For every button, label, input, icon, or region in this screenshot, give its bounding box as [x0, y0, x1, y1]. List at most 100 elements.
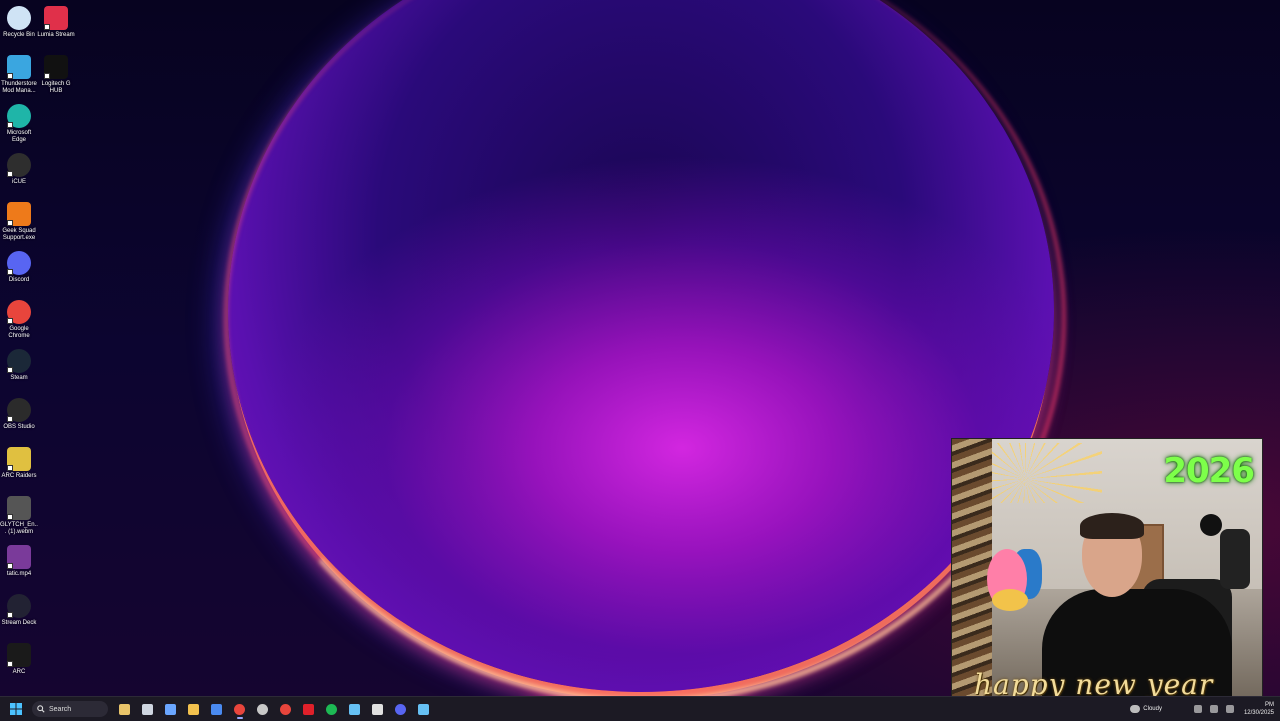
store-icon: [211, 703, 222, 715]
desktop-icon[interactable]: GLYTCH_En... (1).webm: [0, 492, 38, 536]
arc-raiders-icon: [7, 447, 31, 471]
fireworks-graphic: [992, 443, 1102, 503]
desktop-icon-label: Stream Deck: [1, 620, 37, 626]
obs-icon: [257, 703, 268, 715]
shortcut-arrow-icon: [7, 367, 13, 373]
stream-deck-icon: [7, 594, 31, 618]
desktop-icon[interactable]: Google Chrome: [0, 296, 38, 340]
clock[interactable]: PM 12/30/2025: [1244, 701, 1274, 717]
desktop-icon[interactable]: Discord: [0, 247, 38, 284]
taskbar-app-button[interactable]: [184, 699, 204, 719]
desktop-icon-label: ARC: [12, 669, 26, 675]
taskbar-app-button[interactable]: [161, 699, 181, 719]
shortcut-arrow-icon: [7, 122, 13, 128]
desktop-icon[interactable]: OBS Studio: [0, 394, 38, 431]
webcam-overlay: 2026 happy new year: [951, 438, 1263, 710]
chrome-profile-icon: [280, 703, 291, 715]
chrome-icon: [234, 703, 245, 715]
desktop-icon-label: Discord: [8, 277, 30, 283]
taskbar-app-button[interactable]: [322, 699, 342, 719]
taskbar-apps: [113, 699, 435, 719]
clock-date: 12/30/2025: [1243, 710, 1274, 716]
recycle-bin-icon: [7, 6, 31, 30]
chevron-up-icon[interactable]: [1193, 705, 1202, 713]
plush-toy-yellow: [992, 589, 1028, 611]
desktop-icon[interactable]: Geek Squad Support.exe: [0, 198, 38, 242]
taskbar-app-button[interactable]: [391, 699, 411, 719]
taskbar-app-button[interactable]: [253, 699, 273, 719]
microphone: [1200, 514, 1222, 536]
chrome-icon: [7, 300, 31, 324]
taskbar-app-button[interactable]: [138, 699, 158, 719]
taskbar-app-button[interactable]: [276, 699, 296, 719]
taskbar-app-button[interactable]: [345, 699, 365, 719]
obs-icon: [7, 398, 31, 422]
video-file-icon: [7, 496, 31, 520]
desktop-icon[interactable]: Steam: [0, 345, 38, 382]
taskbar: Search Cloudy PM 12/30/2025: [0, 696, 1280, 721]
desktop-icon-label: Thunderstore Mod Mana...: [1, 81, 37, 94]
desktop-icon[interactable]: tatic.mp4: [0, 541, 38, 578]
weather-widget[interactable]: Cloudy: [1130, 705, 1162, 713]
year-overlay-text: 2026: [1163, 451, 1255, 491]
arc-icon: [7, 643, 31, 667]
system-tray: Cloudy PM 12/30/2025: [1130, 697, 1274, 721]
desktop-icon[interactable]: Microsoft Edge: [0, 100, 38, 144]
network-icon[interactable]: [1209, 705, 1218, 713]
clock-time: PM: [1265, 702, 1274, 708]
start-button[interactable]: [6, 699, 26, 719]
icue-icon: [7, 153, 31, 177]
steam-icon: [349, 703, 360, 715]
shortcut-arrow-icon: [7, 612, 13, 618]
shortcut-arrow-icon: [7, 514, 13, 520]
taskbar-app-button[interactable]: [207, 699, 227, 719]
file-explorer-icon: [188, 703, 199, 715]
desktop-icon[interactable]: Thunderstore Mod Mana...: [0, 51, 38, 95]
desktop-icon[interactable]: Lumia Stream: [37, 2, 75, 39]
shortcut-arrow-icon: [7, 269, 13, 275]
desktop-icon[interactable]: Logitech G HUB: [37, 51, 75, 95]
adobe-icon: [303, 703, 314, 715]
taskbar-app-button[interactable]: [230, 699, 250, 719]
desktop-icon-label: Geek Squad Support.exe: [2, 228, 36, 241]
desktop-icon-label: iCUE: [11, 179, 26, 185]
desktop-icon[interactable]: Stream Deck: [0, 590, 38, 627]
desktop-icon-label: Recycle Bin: [3, 32, 35, 38]
search-icon: [37, 705, 45, 713]
task-view-icon: [142, 703, 153, 715]
desktop-icon-label: OBS Studio: [3, 424, 35, 430]
taskbar-search[interactable]: Search: [32, 701, 108, 717]
edge-icon: [7, 104, 31, 128]
desktop-icon-label: Lumia Stream: [37, 32, 75, 38]
discord-icon: [395, 703, 406, 715]
desktop-icon[interactable]: iCUE: [0, 149, 38, 186]
windows-logo-icon: [10, 703, 22, 715]
cloud-icon: [1130, 705, 1141, 713]
desktop-icon[interactable]: Recycle Bin: [0, 2, 38, 39]
taskbar-app-button[interactable]: [414, 699, 434, 719]
taskbar-app-button[interactable]: [299, 699, 319, 719]
desktop-icon-label: GLYTCH_En... (1).webm: [0, 522, 38, 535]
desktop-icon[interactable]: ARC: [0, 639, 38, 676]
shortcut-arrow-icon: [44, 73, 50, 79]
desktop-icon[interactable]: ARC Raiders: [0, 443, 38, 480]
weather-label: Cloudy: [1143, 706, 1162, 712]
steam-icon: [7, 349, 31, 373]
lumia-stream-icon: [44, 6, 68, 30]
shortcut-arrow-icon: [44, 24, 50, 30]
desktop-icon-label: Microsoft Edge: [6, 130, 32, 143]
taskbar-app-button[interactable]: [115, 699, 135, 719]
taskbar-app-button[interactable]: [368, 699, 388, 719]
shortcut-arrow-icon: [7, 661, 13, 667]
discord-icon: [7, 251, 31, 275]
desktop-icon-label: Steam: [10, 375, 28, 381]
video-file-icon: [7, 545, 31, 569]
shortcut-arrow-icon: [7, 171, 13, 177]
volume-icon[interactable]: [1225, 705, 1234, 713]
copilot-icon: [165, 703, 176, 715]
shortcut-arrow-icon: [7, 220, 13, 226]
search-label: Search: [49, 705, 72, 713]
shortcut-arrow-icon: [7, 318, 13, 324]
file-explorer-widget-icon: [119, 703, 130, 715]
desktop-icon-label: ARC Raiders: [1, 473, 37, 479]
